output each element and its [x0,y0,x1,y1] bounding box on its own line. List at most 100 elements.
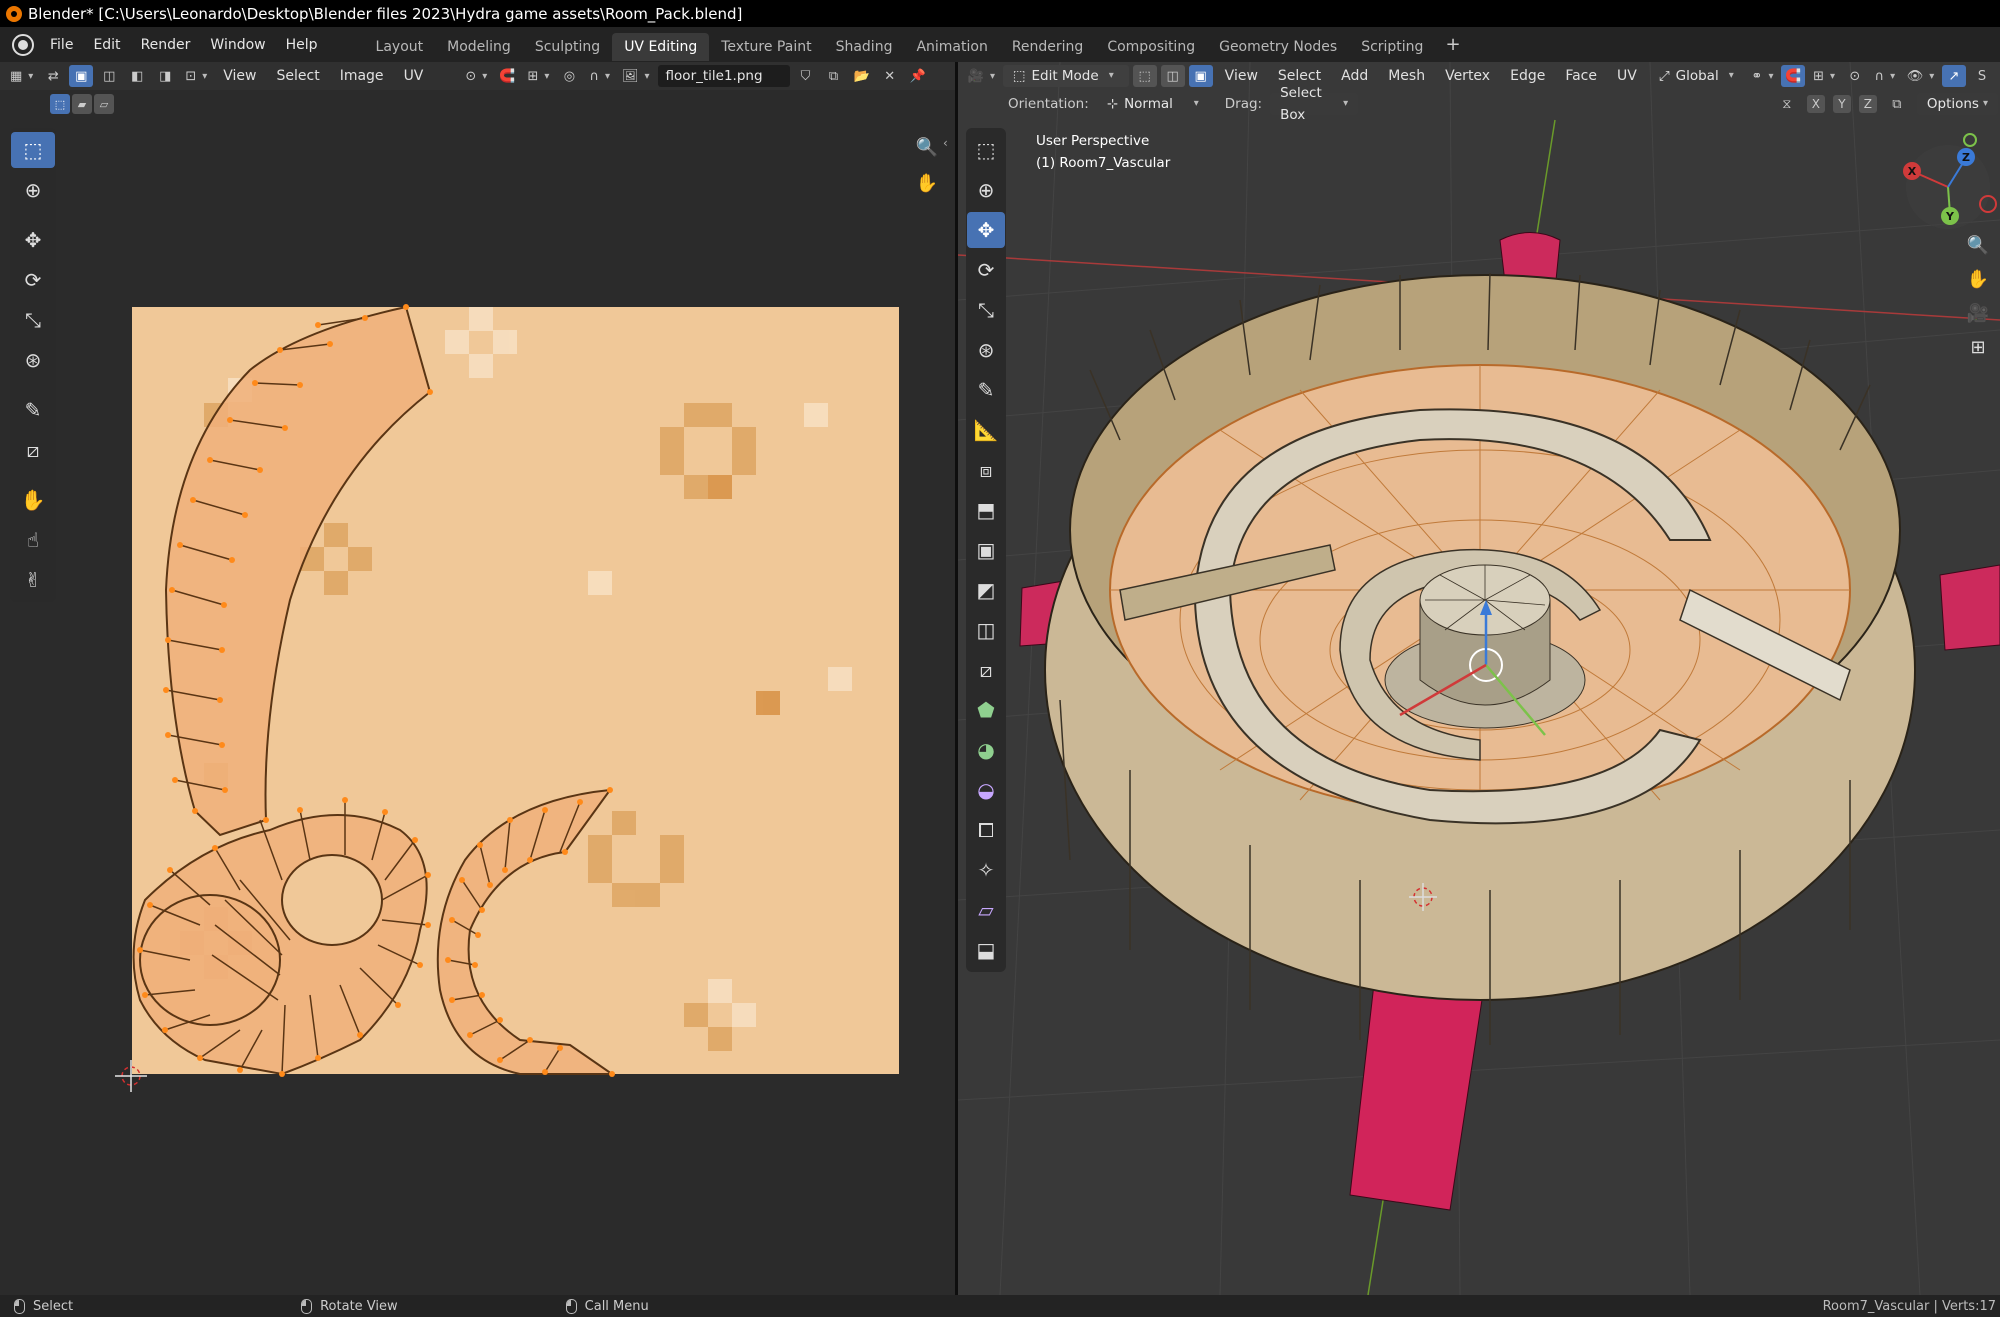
tab-compositing[interactable]: Compositing [1095,33,1207,61]
add-workspace-icon[interactable]: + [1435,30,1470,59]
uv-canvas[interactable] [0,62,955,1295]
left-mouse-icon [14,1298,25,1314]
gizmo-neg-z-icon [1963,133,1977,147]
tab-geometry-nodes[interactable]: Geometry Nodes [1207,33,1349,61]
menu-render[interactable]: Render [131,33,201,57]
transform-orientation-value: Global [1675,68,1719,84]
vp-bevel-tool-icon[interactable]: ◩ [967,572,1005,608]
proportional-falloff-icon[interactable]: ∩ ▾ [1871,65,1899,87]
vp-menu-add[interactable]: Add [1333,68,1376,84]
status-call-menu: Call Menu [565,1298,649,1314]
orientation-global-icon: ⤢ [1658,68,1670,84]
vp-poly-build-tool-icon[interactable]: ⬟ [967,692,1005,728]
tab-modeling[interactable]: Modeling [435,33,523,61]
tab-shading[interactable]: Shading [824,33,905,61]
right-mouse-icon [565,1298,577,1314]
active-object-label: (1) Room7_Vascular [1036,155,1171,171]
vp-menu-face[interactable]: Face [1557,68,1605,84]
vp-add-cube-tool-icon[interactable]: ⧈ [967,452,1005,488]
vp-smooth-tool-icon[interactable]: ◒ [967,772,1005,808]
visibility-icon[interactable]: 👁 ▾ [1903,65,1938,87]
vp-menu-view[interactable]: View [1217,68,1266,84]
vp-knife-tool-icon[interactable]: ⧄ [967,652,1005,688]
orientation-value: Normal [1124,96,1173,112]
vp-annotate-tool-icon[interactable]: ✎ [967,372,1005,408]
tab-rendering[interactable]: Rendering [1000,33,1096,61]
middle-mouse-icon [301,1298,313,1314]
tab-sculpting[interactable]: Sculpting [523,33,612,61]
viewport-scene[interactable] [958,62,2000,1295]
menu-file[interactable]: File [40,33,83,57]
orientation-icon: ⊹ [1106,96,1119,112]
top-menu-bar: File Edit Render Window Help Layout Mode… [0,27,2000,62]
gizmo-z-label: Z [1962,151,1970,164]
gizmo-y-label: Y [1945,210,1955,223]
gizmo-toggle-icon[interactable]: ↗ [1942,65,1966,87]
tool-settings-row: Orientation: ⊹ Normal ▾ Drag: Select Box ▾ … [1008,85,1998,123]
tab-scripting[interactable]: Scripting [1349,33,1435,61]
uv-editor: ▦ ▾ ⇄ ▣ ◫ ◧ ◨ ⊡ ▾ View Select Image UV ⊙ ▾ … [0,62,955,1295]
vp-menu-vertex[interactable]: Vertex [1437,68,1498,84]
mode-value: Edit Mode [1031,68,1099,84]
vp-inset-tool-icon[interactable]: ▣ [967,532,1005,568]
mirror-icon[interactable]: ⧖ [1775,93,1799,115]
mirror-y-toggle[interactable]: Y [1832,95,1851,113]
snap-toggle-icon[interactable]: 🧲 [1781,65,1806,87]
menu-window[interactable]: Window [200,33,275,57]
vp-loop-cut-tool-icon[interactable]: ◫ [967,612,1005,648]
vp-pan-hand-icon[interactable]: ✋ [1963,264,1993,294]
shading-icon[interactable]: S [1970,65,1994,87]
vp-camera-icon[interactable]: 🎥 [1963,298,1993,328]
transform-orientation-dropdown[interactable]: ⤢ Global ▾ [1649,65,1744,87]
snap-settings-icon[interactable]: ⊞ ▾ [1809,65,1839,87]
tab-animation[interactable]: Animation [904,33,999,61]
status-rotate: Rotate View [301,1298,398,1314]
blender-menu-icon[interactable] [12,33,34,56]
vp-scale-tool-icon[interactable]: ⤡ [967,292,1005,328]
tab-texture-paint[interactable]: Texture Paint [709,33,823,61]
options-dropdown[interactable]: Options ▾ [1916,93,1998,115]
viewport-overlay-text: User Perspective (1) Room7_Vascular [1036,130,1170,174]
red-connector-right [1939,564,2000,651]
status-call-menu-label: Call Menu [584,1298,649,1314]
pivot-icon[interactable]: ⚭ ▾ [1748,65,1778,87]
mirror-z-toggle[interactable]: Z [1858,95,1877,113]
vp-transform-tool-icon[interactable]: ⊛ [967,332,1005,368]
tab-uv-editing[interactable]: UV Editing [612,33,710,61]
vp-edge-slide-tool-icon[interactable]: ⧠ [967,812,1005,848]
options-label: Options [1926,96,1979,112]
menu-help[interactable]: Help [276,33,328,57]
mode-dropdown[interactable]: ⬚ Edit Mode ▾ [1002,65,1129,87]
vp-extrude-tool-icon[interactable]: ⬒ [967,492,1005,528]
vp-measure-tool-icon[interactable]: 📐 [967,412,1005,448]
vp-spin-tool-icon[interactable]: ◕ [967,732,1005,768]
tab-layout[interactable]: Layout [364,33,436,61]
auto-merge-icon[interactable]: ⧉ [1885,93,1909,115]
mirror-x-toggle[interactable]: X [1806,95,1825,113]
vertex-select-icon[interactable]: ⬚ [1132,65,1157,87]
vp-zoom-icon[interactable]: 🔍 [1963,230,1993,260]
orientation-dropdown[interactable]: ⊹ Normal ▾ [1097,93,1209,115]
viewport-toolbar: ⬚ ⊕ ✥ ⟳ ⤡ ⊛ ✎ 📐 ⧈ ⬒ ▣ ◩ ◫ ⧄ ⬟ ◕ ◒ ⧠ ✧ ▱ … [966,128,1006,972]
face-select-icon[interactable]: ▣ [1188,65,1213,87]
navigation-gizmo[interactable]: X Y Z [1898,132,1998,242]
vp-cursor-tool-icon[interactable]: ⊕ [967,172,1005,208]
vp-rip-tool-icon[interactable]: ⬓ [967,932,1005,968]
vp-menu-edge[interactable]: Edge [1502,68,1553,84]
vp-move-tool-icon[interactable]: ✥ [967,212,1005,248]
view-perspective-label: User Perspective [1036,133,1150,149]
vp-select-tool-icon[interactable]: ⬚ [967,132,1005,168]
edge-select-icon[interactable]: ◫ [1160,65,1185,87]
vp-shrink-fatten-tool-icon[interactable]: ✧ [967,852,1005,888]
proportional-icon[interactable]: ⊙ [1843,65,1867,87]
vp-menu-uv[interactable]: UV [1609,68,1645,84]
vp-menu-mesh[interactable]: Mesh [1380,68,1433,84]
viewport-editor-type-icon[interactable]: 🎥 ▾ [964,65,999,87]
vp-rotate-tool-icon[interactable]: ⟳ [967,252,1005,288]
vp-shear-tool-icon[interactable]: ▱ [967,892,1005,928]
status-rotate-label: Rotate View [320,1298,398,1314]
status-bar: Select Rotate View Call Menu Room7_Vascu… [0,1295,2000,1317]
drag-dropdown[interactable]: Select Box ▾ [1270,85,1359,123]
vp-ortho-grid-icon[interactable]: ⊞ [1963,332,1993,362]
menu-edit[interactable]: Edit [83,33,130,57]
